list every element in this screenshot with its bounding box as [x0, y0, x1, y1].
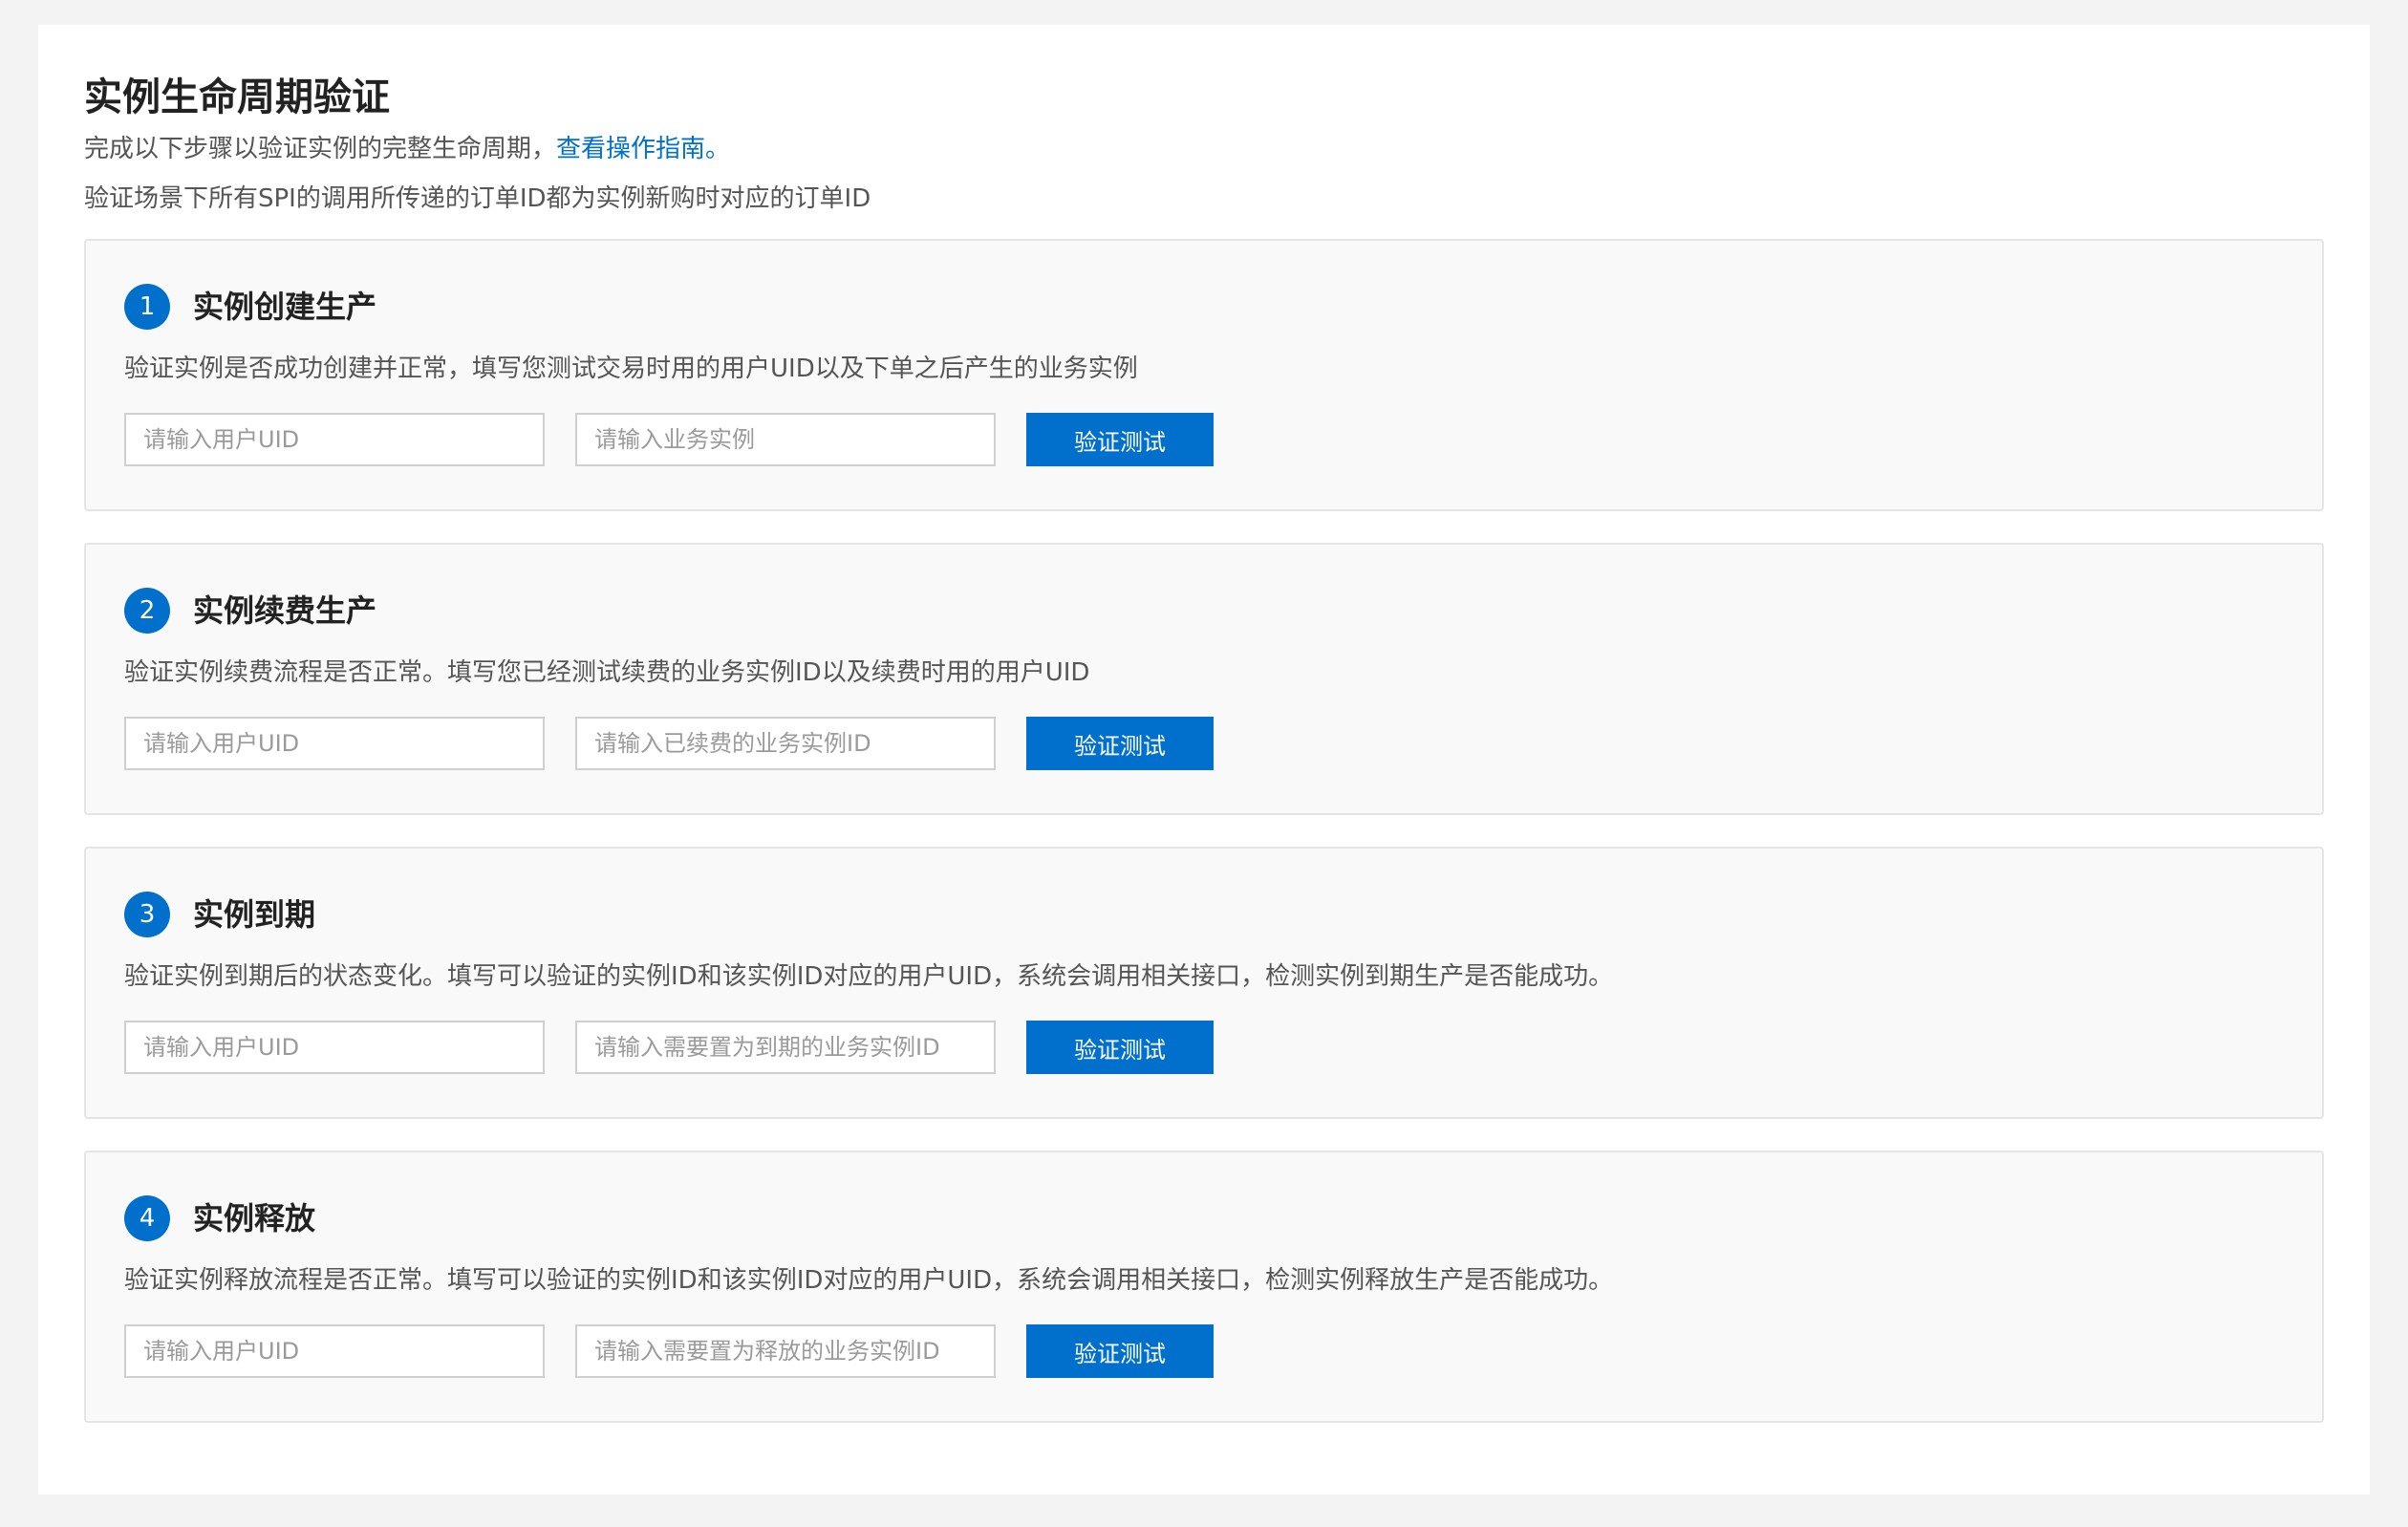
step-header: 4 实例释放	[124, 1194, 2284, 1242]
verify-test-button[interactable]: 验证测试	[1026, 1324, 1214, 1378]
step-header: 1 实例创建生产	[124, 283, 2284, 331]
operation-guide-link[interactable]: 查看操作指南。	[556, 135, 730, 163]
step-form: 验证测试	[124, 717, 2284, 770]
step-number-badge: 1	[124, 284, 170, 330]
order-id-note: 验证场景下所有SPI的调用所传递的订单ID都为实例新购时对应的订单ID	[84, 184, 871, 213]
step-card-create: 1 实例创建生产 验证实例是否成功创建并正常，填写您测试交易时用的用户UID以及…	[84, 239, 2324, 511]
step-card-release: 4 实例释放 验证实例释放流程是否正常。填写可以验证的实例ID和该实例ID对应的…	[84, 1151, 2324, 1423]
step-number-badge: 4	[124, 1195, 170, 1241]
step-form: 验证测试	[124, 1324, 2284, 1378]
verify-test-button[interactable]: 验证测试	[1026, 413, 1214, 466]
step-title: 实例到期	[193, 896, 316, 933]
step-title: 实例释放	[193, 1200, 316, 1237]
user-uid-input[interactable]	[124, 717, 545, 770]
verify-test-button[interactable]: 验证测试	[1026, 717, 1214, 770]
expire-instance-id-input[interactable]	[575, 1021, 996, 1074]
user-uid-input[interactable]	[124, 413, 545, 466]
lifecycle-verification-panel: 实例生命周期验证 完成以下步骤以验证实例的完整生命周期，查看操作指南。 验证场景…	[38, 25, 2370, 1495]
page-title: 实例生命周期验证	[84, 75, 390, 119]
step-card-renew: 2 实例续费生产 验证实例续费流程是否正常。填写您已经测试续费的业务实例ID以及…	[84, 543, 2324, 815]
user-uid-input[interactable]	[124, 1021, 545, 1074]
step-description: 验证实例释放流程是否正常。填写可以验证的实例ID和该实例ID对应的用户UID，系…	[124, 1266, 1614, 1295]
step-card-expire: 3 实例到期 验证实例到期后的状态变化。填写可以验证的实例ID和该实例ID对应的…	[84, 847, 2324, 1119]
step-form: 验证测试	[124, 1021, 2284, 1074]
user-uid-input[interactable]	[124, 1324, 545, 1378]
step-description: 验证实例到期后的状态变化。填写可以验证的实例ID和该实例ID对应的用户UID，系…	[124, 962, 1614, 991]
step-description: 验证实例续费流程是否正常。填写您已经测试续费的业务实例ID以及续费时用的用户UI…	[124, 658, 1090, 687]
step-list: 1 实例创建生产 验证实例是否成功创建并正常，填写您测试交易时用的用户UID以及…	[84, 239, 2324, 1423]
business-instance-input[interactable]	[575, 413, 996, 466]
step-header: 3 实例到期	[124, 891, 2284, 938]
step-title: 实例续费生产	[193, 592, 377, 629]
step-header: 2 实例续费生产	[124, 587, 2284, 634]
step-number-badge: 3	[124, 892, 170, 937]
renewed-instance-id-input[interactable]	[575, 717, 996, 770]
intro-description: 完成以下步骤以验证实例的完整生命周期，	[84, 135, 557, 163]
release-instance-id-input[interactable]	[575, 1324, 996, 1378]
step-form: 验证测试	[124, 413, 2284, 466]
step-number-badge: 2	[124, 588, 170, 634]
step-title: 实例创建生产	[193, 289, 377, 325]
verify-test-button[interactable]: 验证测试	[1026, 1021, 1214, 1074]
intro-text: 完成以下步骤以验证实例的完整生命周期，查看操作指南。	[84, 132, 2324, 166]
step-description: 验证实例是否成功创建并正常，填写您测试交易时用的用户UID以及下单之后产生的业务…	[124, 355, 1138, 383]
